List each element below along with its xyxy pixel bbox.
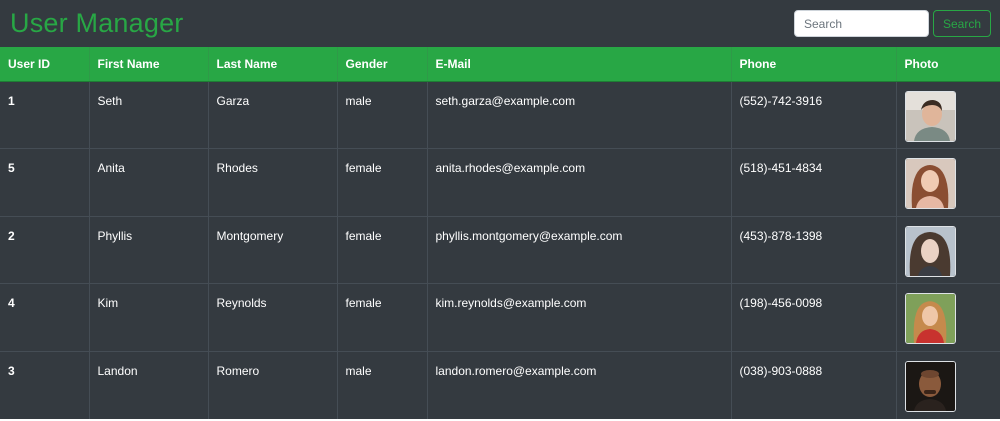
column-header-email[interactable]: E-Mail <box>427 47 732 82</box>
phone-cell: (038)-903-0888 <box>731 350 897 419</box>
gender-cell: male <box>337 350 428 419</box>
phone-cell: (518)-451-4834 <box>731 148 897 217</box>
first-name-cell: Phyllis <box>89 215 209 284</box>
table-body: 1 Seth Garza male seth.garza@example.com… <box>0 80 1000 419</box>
phone-cell: (198)-456-0098 <box>731 283 897 352</box>
column-header-phone[interactable]: Phone <box>731 47 897 82</box>
table-row[interactable]: 1 Seth Garza male seth.garza@example.com… <box>0 80 1000 149</box>
last-name-cell: Romero <box>208 350 338 419</box>
photo-cell <box>896 350 1000 419</box>
first-name-cell: Kim <box>89 283 209 352</box>
avatar-photo <box>904 158 956 210</box>
avatar-photo <box>904 225 956 277</box>
column-header-photo: Photo <box>896 47 1000 82</box>
avatar-photo <box>904 90 956 142</box>
search-button[interactable]: Search <box>932 10 991 37</box>
first-name-cell: Anita <box>89 148 209 217</box>
user-id-cell: 2 <box>0 215 90 284</box>
table-row[interactable]: 2 Phyllis Montgomery female phyllis.mont… <box>0 215 1000 284</box>
page: User Manager Search User ID First Name L… <box>0 0 1000 421</box>
table-header: User ID First Name Last Name Gender E-Ma… <box>0 47 1000 82</box>
last-name-cell: Rhodes <box>208 148 338 217</box>
table-row[interactable]: 3 Landon Romero male landon.romero@examp… <box>0 350 1000 419</box>
avatar-photo <box>904 360 956 412</box>
user-id-cell: 1 <box>0 80 90 149</box>
gender-cell: female <box>337 215 428 284</box>
search-form: Search <box>793 10 991 37</box>
gender-cell: female <box>337 148 428 217</box>
last-name-cell: Reynolds <box>208 283 338 352</box>
users-table: User ID First Name Last Name Gender E-Ma… <box>0 47 1000 419</box>
header-row: User ID First Name Last Name Gender E-Ma… <box>0 47 1000 82</box>
phone-cell: (552)-742-3916 <box>731 80 897 149</box>
photo-cell <box>896 148 1000 217</box>
email-cell: anita.rhodes@example.com <box>427 148 732 217</box>
email-cell: landon.romero@example.com <box>427 350 732 419</box>
email-cell: kim.reynolds@example.com <box>427 283 732 352</box>
photo-cell <box>896 283 1000 352</box>
email-cell: seth.garza@example.com <box>427 80 732 149</box>
photo-cell <box>896 80 1000 149</box>
last-name-cell: Montgomery <box>208 215 338 284</box>
first-name-cell: Seth <box>89 80 209 149</box>
search-input[interactable] <box>793 10 929 37</box>
column-header-gender[interactable]: Gender <box>337 47 428 82</box>
column-header-first-name[interactable]: First Name <box>89 47 209 82</box>
column-header-last-name[interactable]: Last Name <box>208 47 338 82</box>
phone-cell: (453)-878-1398 <box>731 215 897 284</box>
user-id-cell: 4 <box>0 283 90 352</box>
user-id-cell: 5 <box>0 148 90 217</box>
table-row[interactable]: 5 Anita Rhodes female anita.rhodes@examp… <box>0 148 1000 217</box>
user-id-cell: 3 <box>0 350 90 419</box>
gender-cell: male <box>337 80 428 149</box>
table-row[interactable]: 4 Kim Reynolds female kim.reynolds@examp… <box>0 283 1000 352</box>
last-name-cell: Garza <box>208 80 338 149</box>
first-name-cell: Landon <box>89 350 209 419</box>
gender-cell: female <box>337 283 428 352</box>
column-header-user-id[interactable]: User ID <box>0 47 90 82</box>
avatar-photo <box>904 293 956 345</box>
navbar: User Manager Search <box>0 0 1000 47</box>
app-title[interactable]: User Manager <box>10 8 183 39</box>
photo-cell <box>896 215 1000 284</box>
email-cell: phyllis.montgomery@example.com <box>427 215 732 284</box>
